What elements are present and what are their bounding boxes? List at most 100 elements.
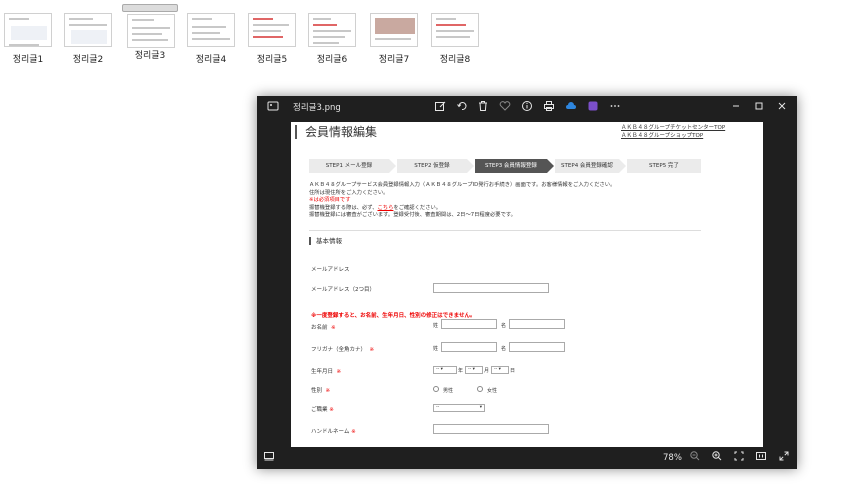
month-label: 月 bbox=[484, 368, 490, 374]
thumbnail-image bbox=[370, 13, 418, 47]
select-value: -- bbox=[468, 367, 472, 372]
clipchamp-icon[interactable] bbox=[585, 100, 601, 116]
required-mark: ※ bbox=[369, 347, 375, 353]
shop-link[interactable]: ＡＫＢ４８グループショップTOP bbox=[621, 132, 725, 140]
filmstrip-icon[interactable] bbox=[261, 450, 277, 466]
thumbnail-image bbox=[64, 13, 112, 47]
close-icon[interactable] bbox=[774, 100, 790, 116]
birth-month-select[interactable]: -- ▾ bbox=[465, 366, 483, 374]
birth-day-select[interactable]: -- ▾ bbox=[491, 366, 509, 374]
gallery-icon[interactable] bbox=[265, 100, 281, 116]
step-arrow bbox=[619, 159, 626, 173]
thumbnail-image bbox=[4, 13, 52, 47]
image-canvas[interactable]: 会員情報編集 ＡＫＢ４８グループチケットセンターTOP ＡＫＢ４８グループショッ… bbox=[291, 122, 763, 447]
required-mark: ※ bbox=[331, 325, 336, 331]
zoom-in-icon[interactable] bbox=[709, 450, 725, 466]
step-arrow bbox=[467, 159, 474, 173]
ticket-center-link[interactable]: ＡＫＢ４８グループチケットセンターTOP bbox=[621, 124, 725, 132]
thumbnail-label: 정리글8 bbox=[439, 55, 471, 65]
fullscreen-icon[interactable] bbox=[776, 450, 792, 466]
warning-text: ※一度登録すると、お名前、生年月日、性別の修正はできません。 bbox=[311, 313, 476, 319]
zoom-out-icon[interactable] bbox=[687, 450, 703, 466]
job-select[interactable]: -- ▾ bbox=[433, 404, 485, 412]
window-title: 정리글3.png bbox=[293, 103, 341, 113]
title-bar: 정리글3.png bbox=[257, 96, 797, 120]
gender-label-text: 性別 bbox=[311, 388, 323, 394]
intro-text-part: 振替機登録する際は、必ず、 bbox=[309, 204, 378, 211]
handle-input[interactable] bbox=[433, 424, 549, 434]
thumbnail-label: 정리글7 bbox=[378, 55, 410, 65]
step-2: STEP2 仮登録 bbox=[397, 159, 467, 173]
kana-label: フリガナ（全角カナ） ※ bbox=[311, 345, 374, 353]
mei-label: 名 bbox=[501, 323, 507, 329]
thumbnail-label: 정리글5 bbox=[256, 55, 288, 65]
thumbnail-2[interactable]: 정리글2 bbox=[60, 4, 116, 66]
thumbnail-3[interactable]: 정리글3 bbox=[122, 4, 178, 61]
header-links: ＡＫＢ４８グループチケットセンターTOP ＡＫＢ４８グループショップTOP bbox=[621, 124, 725, 140]
female-radio[interactable] bbox=[477, 386, 483, 392]
more-icon[interactable] bbox=[607, 100, 623, 116]
minimize-icon[interactable] bbox=[728, 100, 744, 116]
kana-label-text: フリガナ（全角カナ） bbox=[311, 347, 367, 353]
job-label: ご職業 ※ bbox=[311, 405, 334, 413]
day-label: 日 bbox=[510, 368, 516, 374]
status-bar: 78% bbox=[257, 447, 797, 469]
select-value: -- bbox=[436, 367, 440, 372]
intro-line: 住所は現住所をご入力ください。 bbox=[309, 189, 389, 196]
sei-label: 姓 bbox=[433, 346, 439, 352]
thumbnail-strip: 정리글1 정리글2 정리글3 정리글4 정리글5 정리글6 정리글7 정리글8 bbox=[0, 0, 520, 70]
thumbnail-1[interactable]: 정리글1 bbox=[0, 4, 56, 66]
actual-size-icon[interactable] bbox=[753, 450, 769, 466]
male-radio[interactable] bbox=[433, 386, 439, 392]
required-note: ※は必須項目です bbox=[309, 197, 351, 203]
last-name-input[interactable] bbox=[441, 319, 497, 329]
intro-line: 振替機登録には審査がございます。登録受付後、審査期間は、2日〜7日程度必要です。 bbox=[309, 212, 516, 218]
year-label: 年 bbox=[458, 368, 464, 374]
thumbnail-5[interactable]: 정리글5 bbox=[244, 4, 300, 66]
edit-icon[interactable] bbox=[432, 100, 448, 116]
name-label: お名前 ※ bbox=[311, 323, 336, 331]
thumbnail-6[interactable]: 정리글6 bbox=[304, 4, 360, 66]
job-label-text: ご職業 bbox=[311, 407, 328, 413]
thumbnail-4[interactable]: 정리글4 bbox=[183, 4, 239, 66]
cloud-icon[interactable] bbox=[563, 100, 579, 116]
last-name-kana-input[interactable] bbox=[441, 342, 497, 352]
thumbnail-8[interactable]: 정리글8 bbox=[427, 4, 483, 66]
first-name-kana-input[interactable] bbox=[509, 342, 565, 352]
favorite-icon[interactable] bbox=[497, 100, 513, 116]
step-arrow bbox=[547, 159, 554, 173]
select-value: -- bbox=[436, 405, 440, 410]
step-arrow bbox=[389, 159, 396, 173]
maximize-icon[interactable] bbox=[751, 100, 767, 116]
intro-text-part: をご確認ください。 bbox=[393, 204, 442, 211]
print-icon[interactable] bbox=[541, 100, 557, 116]
here-link[interactable]: こちら bbox=[378, 205, 394, 211]
thumbnail-7[interactable]: 정리글7 bbox=[366, 4, 422, 66]
step-5: STEP5 完了 bbox=[627, 159, 701, 173]
delete-icon[interactable] bbox=[475, 100, 491, 116]
male-label: 男性 bbox=[443, 388, 454, 394]
step-progress: STEP1 メール登録 STEP2 仮登録 STEP3 会員情報登録 STEP4… bbox=[309, 159, 701, 173]
thumbnail-label: 정리글6 bbox=[316, 55, 348, 65]
email2-input[interactable] bbox=[433, 283, 549, 293]
thumbnail-label: 정리글3 bbox=[134, 51, 166, 61]
intro-line: ＡＫＢ４８グループサービス会員登録情報入力（ＡＫＢ４８グループID発行お手続き）… bbox=[309, 182, 616, 188]
step-1: STEP1 メール登録 bbox=[309, 159, 389, 173]
divider bbox=[309, 230, 701, 231]
required-mark: ※ bbox=[336, 369, 342, 375]
thumbnail-label: 정리글4 bbox=[195, 55, 227, 65]
birthday-label: 生年月日 ※ bbox=[311, 367, 341, 375]
thumbnail-label: 정리글2 bbox=[72, 55, 104, 65]
first-name-input[interactable] bbox=[509, 319, 565, 329]
required-mark: ※ bbox=[351, 429, 356, 435]
birthday-label-text: 生年月日 bbox=[311, 369, 334, 375]
info-icon[interactable] bbox=[519, 100, 535, 116]
birth-year-select[interactable]: -- ▾ bbox=[433, 366, 457, 374]
handle-label: ハンドルネーム ※ bbox=[311, 427, 356, 435]
fit-window-icon[interactable] bbox=[731, 450, 747, 466]
female-label: 女性 bbox=[487, 388, 498, 394]
select-value: -- bbox=[494, 367, 498, 372]
rotate-icon[interactable] bbox=[454, 100, 470, 116]
required-mark: ※ bbox=[325, 388, 331, 394]
step-3-active: STEP3 会員情報登録 bbox=[475, 159, 547, 173]
